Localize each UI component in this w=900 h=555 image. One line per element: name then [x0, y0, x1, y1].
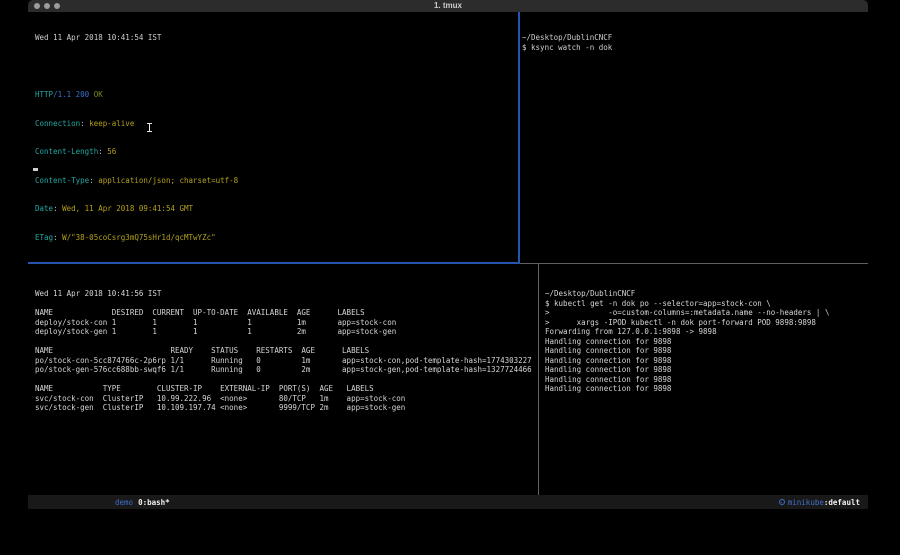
active-window-label[interactable]: 0:bash* — [138, 498, 170, 507]
terminal-output: ~/Desktop/DublinCNCF $ kubectl get -n do… — [545, 289, 868, 394]
pane-timestamp: Wed 11 Apr 2018 10:41:54 IST — [35, 33, 518, 43]
session-name[interactable]: demo — [115, 498, 133, 507]
mouse-ibeam-cursor — [147, 123, 152, 132]
pane-kubectl-get[interactable]: Wed 11 Apr 2018 10:41:56 IST NAME DESIRE… — [28, 264, 538, 495]
http-header-line: Content-Type: application/json; charset=… — [35, 176, 518, 186]
terminal-output: ~/Desktop/DublinCNCF $ ksync watch -n do… — [522, 33, 868, 52]
http-header-line: Content-Length: 56 — [35, 147, 518, 157]
window-title: 1. tmux — [28, 0, 868, 12]
status-right: minikube :default — [779, 498, 860, 507]
terminal-window: 1. tmux Wed 11 Apr 2018 10:41:54 IST HTT… — [28, 0, 868, 509]
http-header-line: Date: Wed, 11 Apr 2018 09:41:54 GMT — [35, 204, 518, 214]
desktop-background: 1. tmux Wed 11 Apr 2018 10:41:54 IST HTT… — [0, 0, 900, 555]
window-titlebar[interactable]: 1. tmux — [28, 0, 868, 12]
kube-namespace: :default — [824, 498, 860, 507]
kube-context: minikube — [788, 498, 824, 507]
tmux-terminal: Wed 11 Apr 2018 10:41:54 IST HTTP/1.1 20… — [28, 12, 868, 495]
tmux-status-bar: demo 0:bash* minikube :default — [28, 495, 868, 509]
pane-port-forward[interactable]: ~/Desktop/DublinCNCF $ kubectl get -n do… — [539, 264, 868, 495]
kubernetes-icon — [779, 499, 785, 505]
pane-ksync-watch[interactable]: ~/Desktop/DublinCNCF $ ksync watch -n do… — [520, 12, 868, 262]
terminal-output: Wed 11 Apr 2018 10:41:56 IST NAME DESIRE… — [35, 289, 538, 413]
shell-cursor — [33, 168, 38, 171]
http-header-line: ETag: W/"38-05coCsrg3mQ75sHr1d/qcMTwYZc" — [35, 233, 518, 243]
http-header-line: Connection: keep-alive — [35, 119, 518, 129]
http-status-line: HTTP/1.1 200 OK — [35, 90, 518, 100]
pane-http-response[interactable]: Wed 11 Apr 2018 10:41:54 IST HTTP/1.1 20… — [28, 12, 518, 262]
